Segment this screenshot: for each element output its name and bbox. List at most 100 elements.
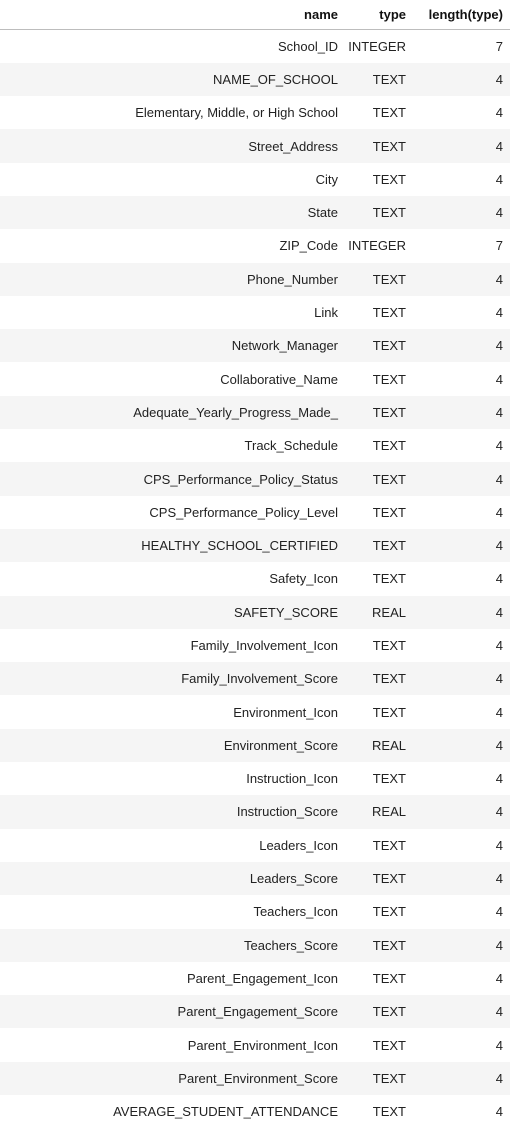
cell-column-name: Teachers_Icon: [253, 904, 338, 920]
cell-column-name: NAME_OF_SCHOOL: [0, 62, 345, 97]
cell-column-type: TEXT: [345, 662, 413, 696]
cell-column-type: INTEGER: [348, 38, 406, 54]
cell-column-type: TEXT: [372, 438, 406, 454]
column-header-length: length(type): [413, 0, 510, 30]
cell-column-name: Safety_Icon: [269, 571, 338, 587]
cell-column-name: Environment_Score: [0, 728, 345, 763]
cell-column-length: 4: [413, 662, 510, 696]
cell-column-name: Track_Schedule: [244, 438, 338, 454]
table-row: HEALTHY_SCHOOL_CERTIFIED TEXT 4: [0, 528, 510, 563]
cell-column-type: TEXT: [345, 462, 413, 496]
table-row: Link TEXT 4: [0, 296, 510, 329]
column-header-type: type: [345, 0, 413, 30]
cell-column-length: 4: [413, 195, 510, 230]
cell-column-length: 4: [495, 1037, 503, 1053]
cell-column-length: 4: [413, 995, 510, 1029]
table-row: School_ID INTEGER 7: [0, 29, 510, 63]
cell-column-type: TEXT: [372, 105, 406, 121]
table-row: Collaborative_Name TEXT 4: [0, 362, 510, 395]
table-row: Environment_Icon TEXT 4: [0, 695, 510, 728]
cell-column-name: Parent_Environment_Icon: [187, 1037, 338, 1053]
cell-column-type: TEXT: [372, 970, 406, 986]
cell-column-length: 4: [495, 704, 503, 720]
table-row: Elementary, Middle, or High School TEXT 4: [0, 96, 510, 129]
cell-column-length: 4: [413, 595, 510, 629]
cell-column-name: Leaders_Score: [0, 861, 345, 896]
cell-column-type: TEXT: [372, 837, 406, 853]
table-row: Family_Involvement_Icon TEXT 4: [0, 629, 510, 662]
cell-column-type: TEXT: [372, 771, 406, 787]
table-row: Teachers_Score TEXT 4: [0, 928, 510, 962]
table-row: Street_Address TEXT 4: [0, 129, 510, 163]
column-header-name: name: [0, 0, 345, 30]
cell-column-name: Collaborative_Name: [220, 371, 338, 387]
cell-column-length: 4: [413, 795, 510, 829]
cell-column-length: 7: [495, 38, 503, 54]
table-row: Parent_Engagement_Icon TEXT 4: [0, 962, 510, 995]
cell-column-length: 4: [495, 571, 503, 587]
cell-column-length: 4: [413, 928, 510, 962]
cell-column-type: TEXT: [372, 171, 406, 187]
cell-column-length: 4: [413, 262, 510, 296]
table-row: State TEXT 4: [0, 195, 510, 230]
cell-column-type: TEXT: [345, 861, 413, 896]
cell-column-length: 4: [495, 171, 503, 187]
cell-column-length: 4: [495, 371, 503, 387]
cell-column-name: Elementary, Middle, or High School: [135, 105, 338, 121]
cell-column-name: State: [0, 195, 345, 230]
table-row: Phone_Number TEXT 4: [0, 262, 510, 296]
cell-column-name: Instruction_Score: [0, 795, 345, 829]
cell-column-name: Environment_Icon: [233, 704, 338, 720]
cell-column-type: TEXT: [372, 637, 406, 653]
cell-column-length: 4: [495, 904, 503, 920]
cell-column-type: INTEGER: [348, 238, 406, 254]
cell-column-name: Street_Address: [0, 129, 345, 163]
cell-column-type: TEXT: [345, 195, 413, 230]
cell-column-name: School_ID: [278, 38, 338, 54]
cell-column-type: TEXT: [345, 995, 413, 1029]
cell-column-name: Parent_Engagement_Score: [0, 995, 345, 1029]
cell-column-name: AVERAGE_STUDENT_ATTENDANCE: [113, 1104, 338, 1120]
cell-column-type: REAL: [345, 728, 413, 763]
cell-column-length: 4: [495, 305, 503, 321]
table-row: Network_Manager TEXT 4: [0, 329, 510, 363]
cell-column-length: 4: [413, 728, 510, 763]
table-row: Instruction_Icon TEXT 4: [0, 762, 510, 795]
cell-column-type: TEXT: [345, 1061, 413, 1095]
cell-column-type: TEXT: [345, 129, 413, 163]
cell-column-length: 7: [495, 238, 503, 254]
table-row: CPS_Performance_Policy_Level TEXT 4: [0, 496, 510, 529]
cell-column-name: Family_Involvement_Icon: [190, 637, 338, 653]
cell-column-type: TEXT: [372, 1104, 406, 1120]
cell-column-name: CPS_Performance_Policy_Status: [0, 462, 345, 496]
cell-column-type: TEXT: [372, 704, 406, 720]
cell-column-name: Teachers_Score: [0, 928, 345, 962]
cell-column-name: Network_Manager: [0, 329, 345, 363]
cell-column-name: Parent_Engagement_Icon: [186, 970, 338, 986]
cell-column-length: 4: [495, 504, 503, 520]
cell-column-type: TEXT: [345, 928, 413, 962]
table-row: Adequate_Yearly_Progress_Made_ TEXT 4: [0, 395, 510, 430]
cell-column-length: 4: [495, 837, 503, 853]
cell-column-length: 4: [495, 771, 503, 787]
cell-column-name: City: [315, 171, 338, 187]
table-body: School_ID INTEGER 7 NAME_OF_SCHOOL TEXT 4 Elem…: [0, 29, 510, 1128]
cell-column-length: 4: [495, 637, 503, 653]
cell-column-length: 4: [413, 462, 510, 496]
cell-column-length: 4: [413, 395, 510, 430]
cell-column-type: TEXT: [345, 329, 413, 363]
cell-column-name: SAFETY_SCORE: [0, 595, 345, 629]
cell-column-name: Family_Involvement_Score: [0, 662, 345, 696]
cell-column-length: 4: [495, 970, 503, 986]
cell-column-type: REAL: [345, 595, 413, 629]
cell-column-type: TEXT: [345, 62, 413, 97]
cell-column-type: TEXT: [372, 305, 406, 321]
table-row: Safety_Icon TEXT 4: [0, 562, 510, 595]
cell-column-type: TEXT: [345, 262, 413, 296]
table-row: Parent_Engagement_Score TEXT 4: [0, 995, 510, 1029]
cell-column-length: 4: [413, 861, 510, 896]
table-row: Teachers_Icon TEXT 4: [0, 895, 510, 928]
table-row: ZIP_Code INTEGER 7: [0, 229, 510, 262]
cell-column-type: TEXT: [372, 371, 406, 387]
cell-column-length: 4: [495, 105, 503, 121]
